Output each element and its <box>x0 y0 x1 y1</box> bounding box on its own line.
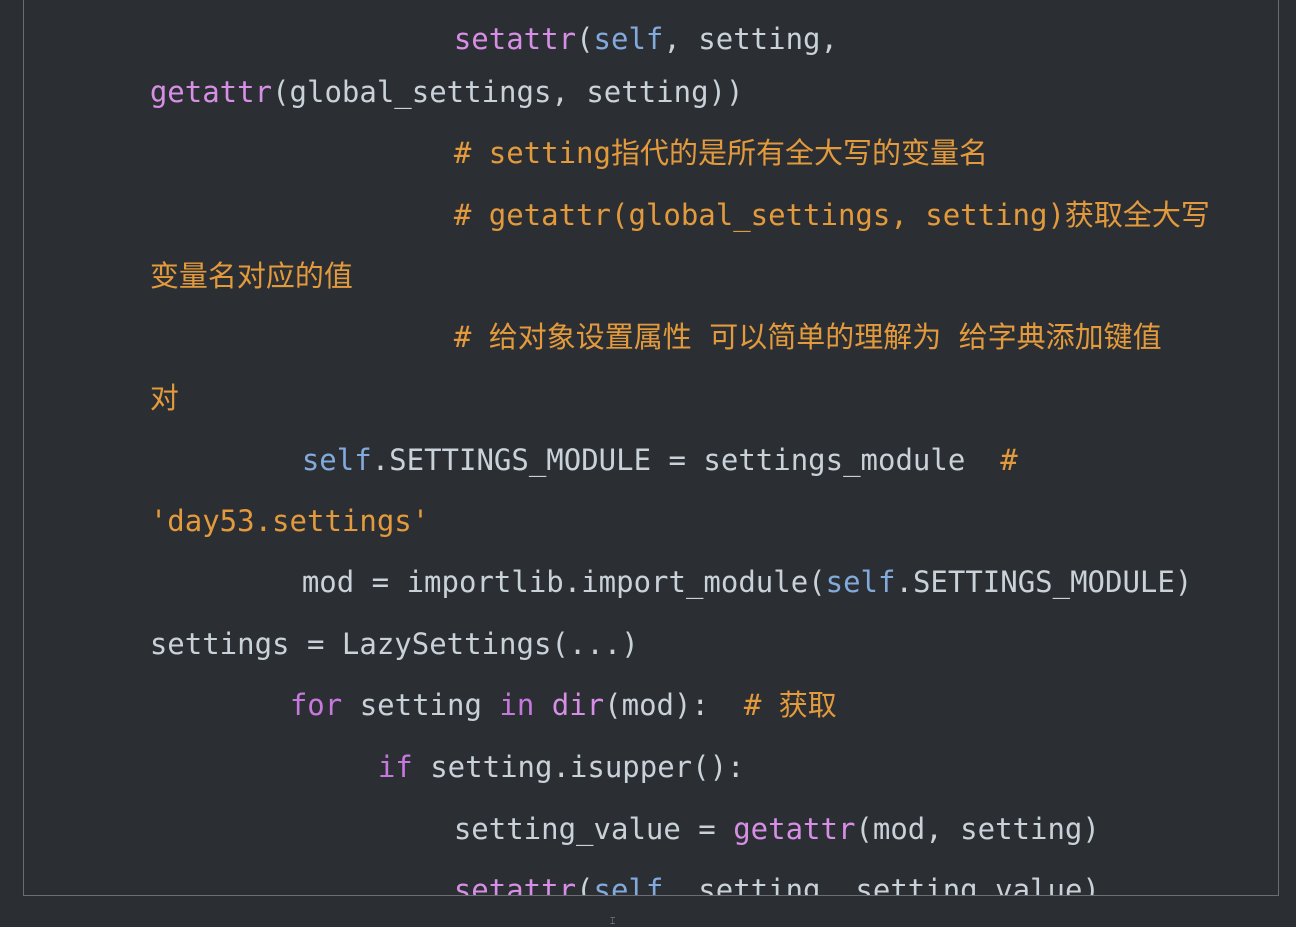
code-line-5: 变量名对应的值 <box>80 216 353 293</box>
code-line-15: setattr(self, setting, setting_value) <box>384 830 1100 895</box>
code-token: self <box>825 565 896 599</box>
code-line-8: self.SETTINGS_MODULE = settings_module # <box>232 400 1018 477</box>
code-line-7: 对 <box>80 338 179 415</box>
code-line-6: # 给对象设置属性 可以简单的理解为 给字典添加键值 <box>384 277 1162 354</box>
code-line-4: # getattr(global_settings, setting)获取全大写 <box>384 155 1210 232</box>
code-comment: # getattr(global_settings, setting)获取全大写 <box>453 198 1210 232</box>
code-token: ( <box>576 873 594 896</box>
text-cursor-icon: ⌶ <box>610 917 616 927</box>
code-line-14: setting_value = getattr(mod, setting) <box>384 769 1100 846</box>
code-line-9: 'day53.settings' <box>80 461 429 538</box>
code-line-10: mod = importlib.import_module(self.SETTI… <box>232 522 1192 599</box>
code-token: , setting, setting_value) <box>663 873 1100 896</box>
code-line-12: for setting in dir(mod): # 获取 <box>220 645 837 722</box>
code-comment: # <box>1000 443 1018 477</box>
code-line-1: setattr(self, setting, <box>384 0 838 56</box>
code-line-13: if setting.isupper(): <box>308 707 745 784</box>
code-token: getattr <box>149 75 273 109</box>
code-token: setattr <box>453 873 577 896</box>
code-line-3: # setting指代的是所有全大写的变量名 <box>384 93 988 170</box>
code-token: .SETTINGS_MODULE = settings_module <box>371 443 1001 477</box>
code-comment: # 给对象设置属性 可以简单的理解为 给字典添加键值 <box>453 320 1162 354</box>
code-block: setattr(self, setting, getattr(global_se… <box>23 0 1279 896</box>
code-comment: # 获取 <box>743 688 837 722</box>
code-comment: 对 <box>149 381 179 415</box>
page-background-bottom <box>0 896 1296 927</box>
code-token: self <box>593 873 664 896</box>
code-comment: 变量名对应的值 <box>149 259 353 293</box>
code-token: .SETTINGS_MODULE) <box>895 565 1193 599</box>
code-line-11: settings = LazySettings(...) <box>80 584 639 661</box>
code-line-2: getattr(global_settings, setting)) <box>80 32 744 109</box>
